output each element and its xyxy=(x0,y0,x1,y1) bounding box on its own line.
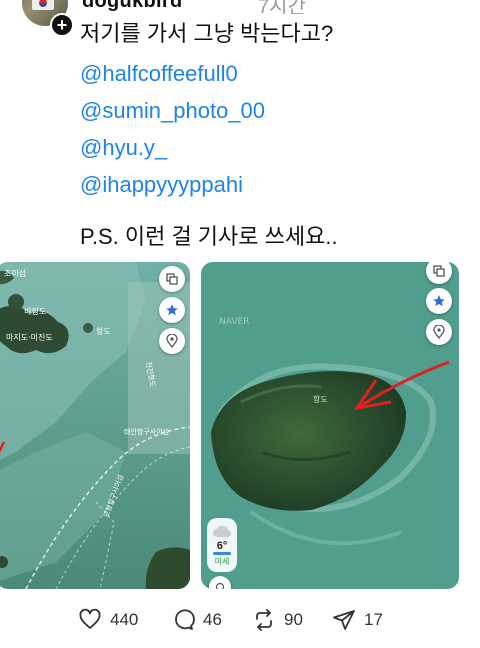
post-ps-line: P.S. 이런 걸 기사로 쓰세요.. xyxy=(80,224,338,249)
weather-temp: 6° xyxy=(216,540,228,552)
cloud-icon xyxy=(213,525,232,538)
avatar-flag-icon xyxy=(32,0,54,10)
send-icon xyxy=(333,610,355,630)
heart-icon xyxy=(79,608,101,629)
map-favorite-button[interactable] xyxy=(426,288,452,314)
mention-link[interactable]: @ihappyyyppahi xyxy=(80,170,243,200)
map-label: 비정도 xyxy=(24,306,46,316)
map-label: 항도 xyxy=(96,327,111,336)
author-username[interactable]: dogukbird xyxy=(82,0,182,13)
repost-button[interactable]: 90 xyxy=(252,606,303,634)
repost-count: 90 xyxy=(284,610,303,629)
post-time: 7시간 xyxy=(258,0,306,14)
location-pin-icon xyxy=(166,334,178,348)
like-count: 440 xyxy=(110,610,139,629)
follow-plus-button[interactable]: + xyxy=(50,13,74,37)
repost-icon xyxy=(256,609,272,631)
map-location-button[interactable] xyxy=(159,328,185,354)
location-pin-icon xyxy=(433,325,445,339)
mention-link[interactable]: @hyu.y_ xyxy=(80,133,167,163)
map-label: 마지도·미진도 xyxy=(6,332,53,342)
weather-dust: 미세 xyxy=(214,557,230,566)
comment-icon xyxy=(175,609,195,630)
map-image-right[interactable]: NAVER 항도 6° 미세 xyxy=(201,262,459,589)
star-icon xyxy=(433,295,445,307)
map-watermark: NAVER xyxy=(219,317,249,327)
target-icon xyxy=(215,582,225,589)
star-icon xyxy=(166,304,178,316)
mention-link[interactable]: @halfcoffeefull0 xyxy=(80,59,238,89)
map-label: 초이섬 xyxy=(4,268,26,278)
map-label: 태안항구사어섬 xyxy=(124,427,169,436)
share-count: 17 xyxy=(364,610,383,629)
map-layers-button[interactable] xyxy=(159,266,185,292)
like-button[interactable]: 440 xyxy=(78,606,138,634)
map-location-button[interactable] xyxy=(426,319,452,345)
post-actions: 440 46 90 17 xyxy=(78,606,458,636)
weather-bar xyxy=(213,552,231,555)
weather-widget[interactable]: 6° 미세 xyxy=(207,518,237,572)
mention-link[interactable]: @sumin_photo_00 xyxy=(80,96,265,126)
map-favorite-button[interactable] xyxy=(159,297,185,323)
layers-icon xyxy=(433,265,445,277)
layers-icon xyxy=(166,273,178,285)
reply-button[interactable]: 46 xyxy=(171,606,222,634)
share-button[interactable]: 17 xyxy=(332,606,383,634)
map-right-graphic: NAVER 항도 xyxy=(201,262,459,589)
map-label: 항도 xyxy=(313,395,328,404)
reply-count: 46 xyxy=(203,610,222,629)
post-line-1: 저기를 가서 그냥 박는다고? xyxy=(80,21,334,46)
post-header: dogukbird 7시간 xyxy=(0,0,480,14)
map-image-left[interactable]: 초이섬 비정도 마지도·미진도 항도 전진항도 태안항구사어섬 모항항구사어섬 xyxy=(0,262,190,589)
